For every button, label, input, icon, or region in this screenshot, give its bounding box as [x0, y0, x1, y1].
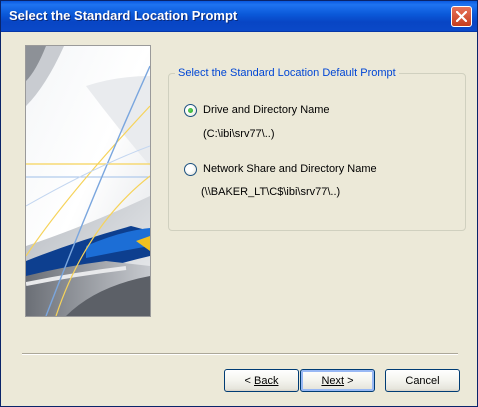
- cancel-label: Cancel: [405, 374, 440, 387]
- window-title: Select the Standard Location Prompt: [9, 8, 238, 23]
- close-button[interactable]: [451, 6, 472, 27]
- radio-selected-dot: [188, 108, 193, 113]
- cancel-button[interactable]: Cancel: [385, 369, 460, 392]
- back-label: Back: [254, 374, 279, 387]
- dialog-body: Select the Standard Location Default Pro…: [4, 32, 474, 405]
- option-network-share-label[interactable]: Network Share and Directory Name: [203, 163, 377, 175]
- next-button[interactable]: Next >: [300, 369, 375, 392]
- title-bar[interactable]: Select the Standard Location Prompt: [1, 1, 477, 32]
- radio-network-share[interactable]: [184, 163, 197, 176]
- option-drive-directory-path: (C:\ibi\srv77\..): [203, 128, 275, 140]
- option-drive-directory-label[interactable]: Drive and Directory Name: [203, 104, 330, 116]
- back-button[interactable]: < Back: [224, 369, 299, 392]
- next-label: Next: [321, 374, 345, 387]
- radio-drive-directory[interactable]: [184, 104, 197, 117]
- close-icon: [456, 11, 467, 22]
- wizard-side-image: [25, 45, 151, 317]
- option-network-share-path: (\\BAKER_LT\C$\ibi\srv77\..): [201, 186, 341, 198]
- decorative-swoosh-graphic: [26, 46, 150, 316]
- button-separator: [22, 353, 458, 355]
- groupbox-title: Select the Standard Location Default Pro…: [175, 67, 399, 79]
- location-prompt-groupbox: [168, 73, 466, 231]
- back-arrow: <: [244, 374, 251, 387]
- next-arrow: >: [347, 374, 354, 387]
- wizard-window: Select the Standard Location Prompt Sele…: [0, 0, 478, 407]
